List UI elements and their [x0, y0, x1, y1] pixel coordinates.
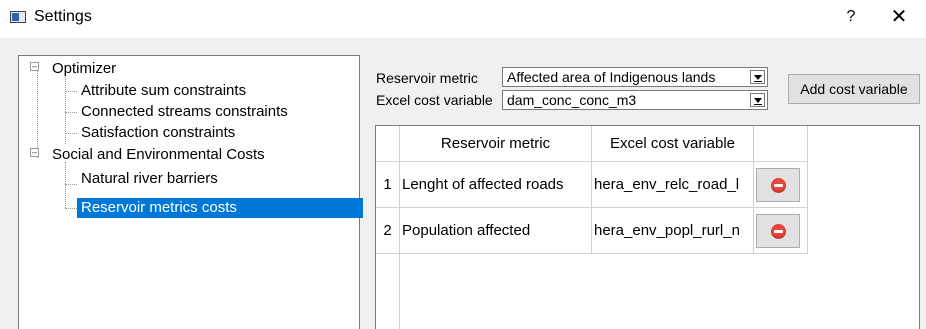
remove-icon — [771, 224, 786, 239]
tree-item-connected-streams-constraints[interactable]: Connected streams constraints — [81, 102, 288, 122]
collapse-toggle-social-environmental[interactable]: – — [30, 148, 39, 157]
row-header[interactable]: 1 — [376, 162, 400, 208]
reservoir-metric-value: Affected area of Indigenous lands — [507, 69, 716, 85]
table-cell-action — [754, 162, 808, 208]
remove-icon — [771, 178, 786, 193]
column-header-excel-cost-variable[interactable]: Excel cost variable — [592, 126, 754, 162]
table-cell-metric[interactable]: Population affected — [400, 208, 592, 254]
excel-cost-variable-label: Excel cost variable — [376, 92, 493, 108]
table-cell-action — [754, 208, 808, 254]
column-header-action — [754, 126, 808, 162]
help-button[interactable]: ? — [838, 4, 864, 30]
row-header-empty — [376, 254, 400, 329]
close-button[interactable]: ✕ — [884, 4, 914, 30]
tree-item-optimizer[interactable]: Optimizer — [52, 59, 116, 79]
chevron-down-icon[interactable] — [750, 70, 765, 84]
add-cost-variable-button[interactable]: Add cost variable — [788, 74, 920, 104]
table-cell-metric[interactable]: Lenght of affected roads — [400, 162, 592, 208]
tree-item-social-environmental-costs[interactable]: Social and Environmental Costs — [52, 145, 265, 165]
table-cell-variable[interactable]: hera_env_popl_rurl_n — [592, 208, 754, 254]
reservoir-metric-dropdown[interactable]: Affected area of Indigenous lands — [502, 67, 768, 87]
title-bar: Settings ? ✕ — [0, 0, 926, 38]
settings-tree[interactable]: – Optimizer Attribute sum constraints Co… — [18, 55, 363, 329]
tree-item-natural-river-barriers[interactable]: Natural river barriers — [81, 169, 218, 189]
excel-cost-variable-dropdown[interactable]: dam_conc_conc_m3 — [502, 90, 768, 110]
dialog-body: – Optimizer Attribute sum constraints Co… — [0, 38, 926, 329]
column-header-reservoir-metric[interactable]: Reservoir metric — [400, 126, 592, 162]
table-cell-variable[interactable]: hera_env_relc_road_l — [592, 162, 754, 208]
row-header[interactable]: 2 — [376, 208, 400, 254]
window-icon — [10, 11, 26, 23]
window-title: Settings — [34, 8, 92, 25]
reservoir-metric-label: Reservoir metric — [376, 70, 478, 86]
collapse-toggle-optimizer[interactable]: – — [30, 62, 39, 71]
table-corner — [376, 126, 400, 162]
remove-row-button[interactable] — [756, 168, 800, 202]
cost-variables-table: Reservoir metric Excel cost variable 1 L… — [375, 125, 920, 329]
chevron-down-icon[interactable] — [750, 93, 765, 107]
tree-item-attribute-sum-constraints[interactable]: Attribute sum constraints — [81, 81, 246, 101]
tree-item-reservoir-metrics-costs[interactable]: Reservoir metrics costs — [77, 198, 363, 218]
excel-cost-variable-value: dam_conc_conc_m3 — [507, 92, 637, 108]
remove-row-button[interactable] — [756, 214, 800, 248]
tree-item-satisfaction-constraints[interactable]: Satisfaction constraints — [81, 123, 235, 143]
